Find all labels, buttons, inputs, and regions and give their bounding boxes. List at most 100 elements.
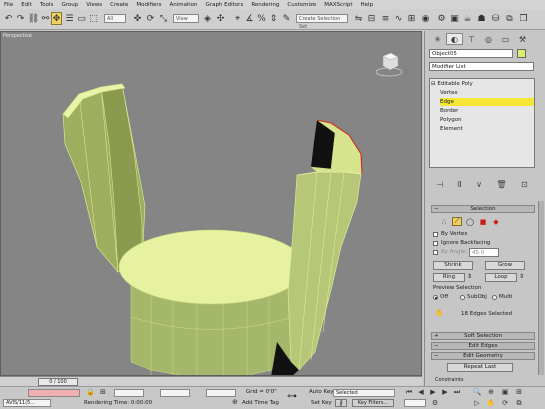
menu-customize[interactable]: Customize: [287, 2, 316, 8]
schematic-view-icon[interactable]: ⊞: [406, 12, 417, 25]
lock-selection-icon[interactable]: 🔒: [86, 388, 95, 396]
angle-snap-icon[interactable]: ∡: [244, 12, 255, 25]
by-angle-spinner[interactable]: 45.0: [469, 248, 499, 257]
time-config-icon[interactable]: ⚙: [430, 399, 440, 407]
display-tab-icon[interactable]: ▭: [497, 33, 514, 45]
render-type-icon[interactable]: ❐: [518, 12, 529, 25]
pin-stack-icon[interactable]: ⊣: [436, 180, 443, 192]
key-filter-selected-dropdown[interactable]: Selected: [333, 389, 395, 397]
selection-rollout-header[interactable]: − Selection: [431, 205, 535, 213]
menu-group[interactable]: Group: [61, 2, 78, 8]
zoom-all-icon[interactable]: ⊕: [486, 388, 496, 396]
quick-render-icon[interactable]: ☕: [462, 12, 473, 25]
manipulate-icon[interactable]: ✣: [215, 12, 226, 25]
edit-geometry-rollout-header[interactable]: − Edit Geometry: [431, 352, 535, 360]
zoom-icon[interactable]: 🔍: [472, 388, 482, 396]
preview-subobj-radio[interactable]: [460, 295, 465, 300]
set-key-icon[interactable]: ⚷: [335, 399, 347, 407]
maxscript-input[interactable]: AVIS/11(5...: [3, 399, 51, 407]
time-slider[interactable]: 0 / 100: [0, 376, 422, 386]
select-region-icon[interactable]: ▭: [76, 12, 87, 25]
snap-toggle-icon[interactable]: ⌖: [232, 12, 243, 25]
modify-tab-icon[interactable]: ◐: [446, 33, 463, 45]
ignore-backfacing-checkbox[interactable]: [433, 241, 438, 246]
stack-item-editable-poly[interactable]: ⊟ Editable Poly: [431, 80, 534, 88]
element-subobject-icon[interactable]: ◆: [491, 217, 501, 226]
stack-item-vertex[interactable]: Vertex: [440, 89, 534, 97]
orbit-icon[interactable]: ⟳: [500, 399, 510, 407]
menu-maxscript[interactable]: MAXScript: [324, 2, 352, 8]
percent-snap-icon[interactable]: %: [256, 12, 267, 25]
menu-modifiers[interactable]: Modifiers: [136, 2, 161, 8]
vertex-subobject-icon[interactable]: ∴: [439, 217, 449, 226]
preview-off-radio[interactable]: [433, 295, 438, 300]
utilities-tab-icon[interactable]: ⚒: [514, 33, 531, 45]
menu-views[interactable]: Views: [86, 2, 102, 8]
viewport-label[interactable]: Perspective: [3, 33, 32, 39]
previous-frame-icon[interactable]: ◀: [416, 388, 426, 396]
redo-icon[interactable]: ↷: [15, 12, 26, 25]
create-tab-icon[interactable]: ✳: [429, 33, 446, 45]
key-mode-icon[interactable]: ⊶: [287, 391, 297, 402]
ring-spinner-icon[interactable]: ⇕: [467, 273, 472, 280]
time-tag-icon[interactable]: ⊕: [232, 398, 238, 406]
reference-coord-dropdown[interactable]: View: [173, 14, 199, 23]
render-active-icon[interactable]: ☗: [476, 12, 487, 25]
modifier-list-dropdown[interactable]: Modifier List: [429, 62, 534, 71]
show-end-result-icon[interactable]: Ⅱ: [458, 180, 462, 192]
curve-editor-icon[interactable]: ∿: [393, 12, 404, 25]
object-color-swatch[interactable]: [517, 49, 526, 58]
go-to-start-icon[interactable]: ⏮: [404, 388, 414, 396]
by-vertex-checkbox[interactable]: [433, 232, 438, 237]
by-angle-checkbox[interactable]: [433, 250, 438, 255]
go-to-end-icon[interactable]: ⏭: [452, 388, 462, 396]
spinner-snap-icon[interactable]: ⇕: [268, 12, 279, 25]
polygon-subobject-icon[interactable]: ■: [478, 217, 488, 226]
preview-multi-radio[interactable]: [492, 295, 497, 300]
stack-item-polygon[interactable]: Polygon: [440, 116, 534, 124]
material-editor-icon[interactable]: ◉: [420, 12, 431, 25]
pivot-center-icon[interactable]: ◈: [202, 12, 213, 25]
border-subobject-icon[interactable]: ◯: [465, 217, 475, 226]
configure-sets-icon[interactable]: ⊡: [521, 180, 528, 192]
shrink-button[interactable]: Shrink: [433, 261, 473, 270]
make-unique-icon[interactable]: ∨: [476, 180, 482, 192]
next-frame-icon[interactable]: ▶: [440, 388, 450, 396]
selection-filter-dropdown[interactable]: All: [104, 14, 126, 23]
render-setup-icon[interactable]: ⚙: [436, 12, 447, 25]
add-time-tag-button[interactable]: Add Time Tag: [242, 400, 279, 406]
z-coordinate-field[interactable]: [206, 389, 236, 397]
stack-item-border[interactable]: Border: [440, 107, 534, 115]
loop-button[interactable]: Loop: [485, 273, 517, 282]
select-object-icon[interactable]: ✥: [51, 12, 62, 25]
hierarchy-tab-icon[interactable]: ⊤: [463, 33, 480, 45]
pan-view-icon[interactable]: ✋: [486, 399, 496, 407]
menu-create[interactable]: Create: [110, 2, 128, 8]
field-of-view-icon[interactable]: ▷: [472, 399, 482, 407]
key-filters-button[interactable]: Key Filters...: [352, 399, 394, 407]
maxscript-listener-mini[interactable]: [28, 389, 80, 397]
remove-modifier-icon[interactable]: 🗑: [496, 180, 506, 192]
render-last-icon[interactable]: ⧉: [504, 12, 515, 25]
maximize-viewport-icon[interactable]: ⧉: [514, 399, 524, 407]
menu-rendering[interactable]: Rendering: [251, 2, 279, 8]
current-frame-field[interactable]: [404, 399, 426, 407]
window-crossing-icon[interactable]: ⬚: [88, 12, 99, 25]
play-icon[interactable]: ▶: [428, 388, 438, 396]
unlink-icon[interactable]: ⚯: [40, 12, 51, 25]
select-by-name-icon[interactable]: ☰: [64, 12, 75, 25]
menu-file[interactable]: File: [4, 2, 13, 8]
motion-tab-icon[interactable]: ◎: [480, 33, 497, 45]
select-rotate-icon[interactable]: ⟳: [145, 12, 156, 25]
absolute-mode-icon[interactable]: ⊞: [100, 388, 106, 396]
perspective-viewport[interactable]: Perspective: [0, 31, 422, 376]
render-production-icon[interactable]: ⛁: [490, 12, 501, 25]
x-coordinate-field[interactable]: [114, 389, 144, 397]
layer-manager-icon[interactable]: ≡: [380, 12, 391, 25]
zoom-extents-icon[interactable]: ▣: [500, 388, 510, 396]
undo-icon[interactable]: ↶: [3, 12, 14, 25]
object-name-field[interactable]: Object05: [429, 49, 513, 58]
grow-button[interactable]: Grow: [485, 261, 525, 270]
time-slider-thumb[interactable]: 0 / 100: [38, 378, 78, 386]
render-frame-icon[interactable]: ▣: [449, 12, 460, 25]
